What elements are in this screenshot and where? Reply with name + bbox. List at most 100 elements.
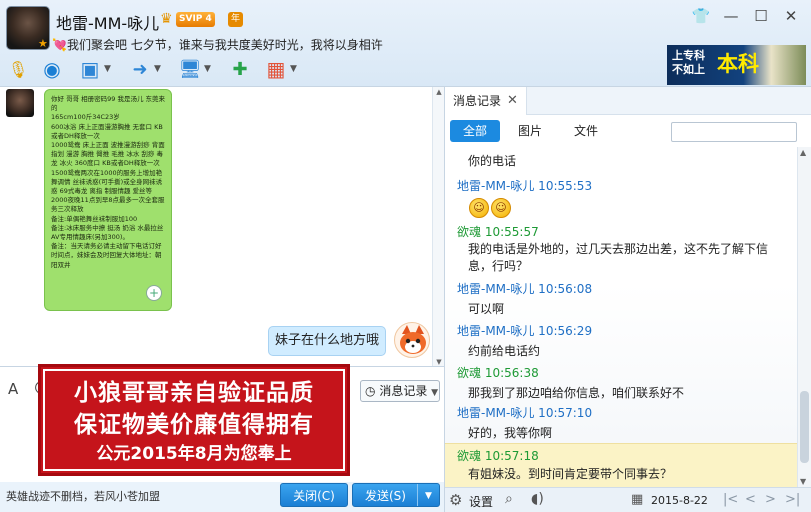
last-page-icon[interactable]: >| — [785, 492, 800, 507]
chevron-down-icon: ▼ — [204, 64, 211, 74]
ad-notice-link[interactable]: 英雄战迹不删档，若风小苍加盟 — [6, 488, 160, 504]
close-window-button[interactable]: ✕ — [780, 6, 802, 26]
filter-files[interactable]: 文件 — [563, 120, 609, 142]
skin-icon[interactable]: 👕 — [690, 6, 712, 26]
history-sender[interactable]: 地雷-MM-咏儿 10:56:29 — [457, 322, 592, 339]
scroll-down-icon[interactable]: ▼ — [800, 477, 806, 486]
microphone-icon: 🎙 — [7, 59, 29, 79]
history-filter-bar: 全部 图片 文件 — [445, 115, 811, 147]
history-message-text: 有姐妹没。到时间肯定要带个同事去？ — [468, 467, 673, 481]
history-scrollbar[interactable]: ▲ ▼ — [797, 147, 811, 487]
bottom-bar: 英雄战迹不删档，若风小苍加盟 关闭(C) 发送(S) ▼ — [0, 482, 444, 512]
history-message-text: 约前给电话约 — [468, 344, 541, 358]
stamp-line-1: 小狼哥哥亲自验证品质 — [74, 380, 314, 406]
history-message-list: 你的电话 地雷-MM-咏儿 10:55:53 ☺ ☺ 欲魂 10:55:57 我… — [445, 147, 797, 487]
history-message-text: 那我到了那边咱给你信息，咱们联系好不 — [468, 386, 685, 400]
remote-desktop-button[interactable]: 🖥 ▼ — [178, 56, 211, 82]
history-sender[interactable]: 欲魂 10:57:18 — [457, 447, 539, 464]
ad-banner[interactable]: 上专科 不如上 本科 — [667, 45, 806, 85]
chat-toolbar: 🎙 ◉ ▣ ▼ ➜ ▼ 🖥 ▼ ✚ ▦ ▼ — [0, 54, 660, 86]
chevron-down-icon: ▼ — [104, 64, 111, 74]
contact-nickname: 地雷-MM-咏儿 — [56, 14, 160, 33]
promo-stamp-overlay: 小狼哥哥亲自验证品质 保证物美价廉值得拥有 公元2015年8月为您奉上 — [38, 364, 350, 476]
my-avatar[interactable] — [394, 322, 430, 358]
voice-call-button[interactable]: 🎙 — [6, 56, 30, 82]
font-icon[interactable]: A — [8, 380, 18, 398]
screen-share-button[interactable]: ▣ ▼ — [78, 56, 111, 82]
history-tab-bar: 消息记录 ✕ — [445, 87, 811, 115]
image-message-text: 你好 哥哥 相册密码99 我是汤儿 东莞来的 165cm100斤34C23岁 6… — [51, 95, 166, 269]
scroll-up-icon[interactable]: ▲ — [434, 88, 444, 96]
contact-image-message[interactable]: 你好 哥哥 相册密码99 我是汤儿 东莞来的 165cm100斤34C23岁 6… — [44, 89, 172, 311]
apps-grid-icon: ▦ — [266, 57, 286, 81]
send-file-button[interactable]: ➜ ▼ — [128, 56, 161, 82]
prev-page-icon[interactable]: < — [745, 492, 756, 507]
history-sender[interactable]: 欲魂 10:55:57 — [457, 223, 539, 240]
history-search-input[interactable] — [671, 122, 797, 142]
history-sender[interactable]: 地雷-MM-咏儿 10:56:08 — [457, 280, 592, 297]
chevron-down-icon: ▼ — [290, 64, 297, 74]
scroll-up-icon[interactable]: ▲ — [800, 148, 806, 157]
emoji-face-icon: ☺ — [469, 198, 489, 218]
emoji-face-icon: ☺ — [491, 198, 511, 218]
history-footer: ⚙ 设置 ⌕ ◖) ▦ 2015-8-22 |< < > >| — [445, 487, 811, 512]
zoom-in-icon[interactable]: + — [146, 285, 162, 301]
remote-desktop-icon: 🖥 — [178, 58, 202, 80]
vip-crown-icon: ♛ — [160, 11, 173, 27]
add-app-icon: ✚ — [232, 58, 248, 80]
history-sender[interactable]: 欲魂 10:56:38 — [457, 364, 539, 381]
maximize-button[interactable]: ☐ — [750, 6, 772, 26]
screen-share-icon: ▣ — [80, 57, 100, 81]
message-history-button[interactable]: ◷ 消息记录 ▼ — [360, 380, 440, 402]
video-call-button[interactable]: ◉ — [40, 56, 64, 82]
message-history-panel: 消息记录 ✕ 全部 图片 文件 你的电话 地雷-MM-咏儿 10:55:53 ☺… — [444, 86, 811, 512]
chevron-down-icon: ▼ — [154, 64, 161, 74]
send-file-icon: ➜ — [132, 58, 148, 80]
stamp-line-3: 公元2015年8月为您奉上 — [96, 444, 292, 464]
filter-all[interactable]: 全部 — [450, 120, 500, 142]
next-page-icon[interactable]: > — [765, 492, 776, 507]
history-message-text: 你的电话 — [468, 154, 517, 168]
search-icon[interactable]: ⌕ — [505, 491, 513, 507]
contact-signature: 💘我们聚会吧 七夕节，谁来与我共度美好时光，我将以身相许 — [52, 38, 383, 52]
minimize-button[interactable]: — — [720, 6, 742, 26]
close-button[interactable]: 关闭(C) — [280, 483, 348, 507]
history-clock-icon: ◷ — [365, 384, 376, 398]
stamp-line-2: 保证物美价廉值得拥有 — [74, 412, 314, 438]
send-options-chevron-icon[interactable]: ▼ — [417, 484, 439, 506]
history-button-label: 消息记录 — [379, 384, 428, 398]
history-sender[interactable]: 地雷-MM-咏儿 10:55:53 — [457, 177, 592, 194]
calendar-icon[interactable]: ▦ — [631, 492, 643, 507]
chevron-down-icon: ▼ — [431, 388, 439, 398]
fox-avatar-icon — [400, 325, 426, 354]
star-icon: ★ — [38, 37, 48, 50]
close-tab-icon[interactable]: ✕ — [507, 87, 518, 115]
chat-message-area[interactable]: 你好 哥哥 相册密码99 我是汤儿 东莞来的 165cm100斤34C23岁 6… — [0, 86, 444, 367]
scroll-down-icon[interactable]: ▼ — [434, 358, 444, 366]
my-message-bubble[interactable]: 妹子在什么地方哦 — [268, 326, 386, 356]
filter-images[interactable]: 图片 — [507, 120, 553, 142]
scrollbar-thumb[interactable] — [800, 391, 809, 463]
title-bar: 地雷-MM-咏儿 ♛ SVIP 4 年 ★ 💘我们聚会吧 七夕节，谁来与我共度美… — [0, 0, 811, 86]
chat-scrollbar[interactable]: ▲ ▼ — [432, 87, 444, 367]
history-sender[interactable]: 地雷-MM-咏儿 10:57:10 — [457, 404, 592, 421]
ad-headline: 本科 — [717, 52, 759, 76]
apps-button[interactable]: ▦ ▼ — [264, 56, 297, 82]
add-app-button[interactable]: ✚ — [228, 56, 252, 82]
year-badge: 年 — [228, 12, 243, 27]
tab-message-history[interactable]: 消息记录 ✕ — [445, 87, 527, 115]
history-tab-label: 消息记录 — [453, 94, 502, 108]
vip-badge: SVIP 4 — [176, 12, 215, 27]
send-button[interactable]: 发送(S) ▼ — [352, 483, 440, 507]
send-button-label: 发送(S) — [365, 489, 406, 503]
history-message-text: 我的电话是外地的，过几天去那边出差，这不先了解下信息，行吗？ — [468, 242, 769, 273]
history-date[interactable]: 2015-8-22 — [651, 494, 708, 507]
history-message-text: 好的，我等你啊 — [468, 426, 553, 440]
first-page-icon[interactable]: |< — [723, 492, 738, 507]
contact-message-avatar[interactable] — [6, 89, 34, 117]
history-message-text: 可以啊 — [468, 302, 505, 316]
speaker-icon[interactable]: ◖) — [531, 491, 544, 507]
settings-gear-icon[interactable]: ⚙ — [449, 491, 462, 509]
settings-label[interactable]: 设置 — [469, 493, 493, 510]
ad-line-1: 上专科 — [672, 49, 705, 62]
